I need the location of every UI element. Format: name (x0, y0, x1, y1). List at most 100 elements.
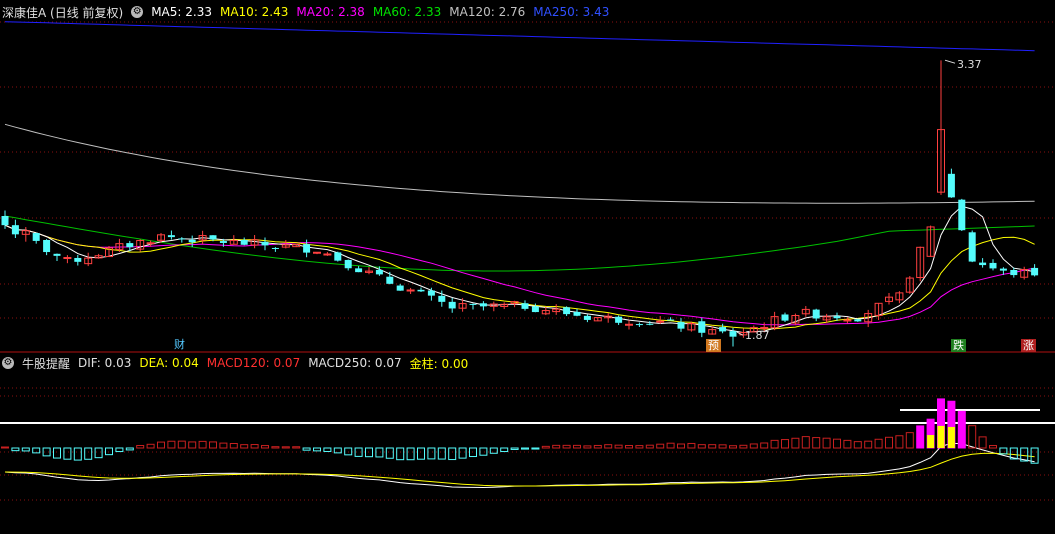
candle (885, 293, 893, 305)
candle (313, 251, 321, 255)
candle (968, 230, 976, 263)
candle-body (11, 225, 19, 235)
candle (84, 252, 93, 267)
stock-title[interactable]: 深康佳A (日线 前复权) (2, 4, 123, 21)
candle (32, 232, 40, 244)
macd-bar (21, 447, 30, 452)
candle (552, 304, 561, 315)
tag-yu[interactable]: 预 (706, 339, 721, 352)
gold-bar (947, 426, 955, 448)
macd-bar (448, 447, 457, 461)
candle-body (656, 320, 665, 323)
high-pointer (944, 59, 956, 64)
candle-body (677, 322, 685, 329)
candle (334, 251, 342, 262)
macd-bar (989, 445, 997, 449)
candle-body (812, 309, 820, 319)
candle-body (438, 295, 446, 302)
macd-bar (604, 444, 613, 449)
macd-bar (11, 447, 20, 452)
candle-body (583, 315, 591, 320)
dif-line (4, 442, 1035, 489)
candle (469, 303, 477, 310)
candle-body (355, 268, 363, 273)
candle-body (427, 290, 435, 296)
ma250-line (4, 21, 1035, 52)
candle (63, 255, 72, 264)
macd-bar (874, 438, 883, 449)
candle (916, 246, 925, 282)
candle (489, 301, 498, 312)
candle-body (1, 216, 9, 226)
macd-bar (957, 410, 966, 449)
macd-bar (125, 447, 134, 451)
macd120-label: MACD120: 0.07 (206, 356, 301, 370)
settings-icon[interactable]: ⚙ (131, 6, 144, 18)
macd-bar (261, 445, 269, 449)
macd-bar (229, 443, 238, 449)
candle (74, 254, 82, 266)
candle (271, 247, 279, 252)
ma120-label: MA120: 2.76 (449, 5, 526, 19)
macd-bar (885, 436, 893, 449)
macd-header: ⚙ 牛股提醒 DIF: 0.03 DEA: 0.04 MACD120: 0.07… (2, 354, 468, 372)
macd-bar (500, 447, 509, 453)
macd-bar (749, 443, 758, 449)
macd-indicator (0, 398, 1055, 464)
indicator-settings-icon[interactable]: ⚙ (2, 357, 14, 369)
macd-bar (302, 447, 311, 451)
macd-bar (729, 445, 737, 449)
candle (979, 258, 987, 268)
candle-body (833, 316, 841, 319)
candle (719, 323, 727, 334)
macd-bar (770, 439, 779, 449)
macd-bar (812, 437, 821, 449)
candle-body (261, 241, 269, 246)
candle (94, 253, 103, 259)
candle (11, 219, 19, 238)
tag-cai[interactable]: 财 (172, 338, 187, 351)
tag-zhang[interactable]: 涨 (1021, 339, 1036, 352)
tag-die[interactable]: 跌 (951, 339, 966, 352)
ma10-label: MA10: 2.43 (219, 5, 289, 19)
price-header: 深康佳A (日线 前复权) ⚙ MA5: 2.33 MA10: 2.43 MA2… (2, 3, 609, 21)
candle-body (417, 289, 425, 292)
macd-bar (562, 444, 571, 449)
macd-bar (593, 444, 602, 449)
macd-bar (645, 444, 654, 449)
candle (178, 237, 186, 243)
candle (396, 283, 404, 291)
candle (583, 314, 591, 323)
candle (937, 60, 945, 195)
candle (386, 271, 394, 285)
macd-bar (84, 447, 93, 460)
gold-bar (937, 425, 945, 448)
candle (812, 308, 820, 322)
macd-bar (552, 444, 561, 449)
candle-body (167, 235, 175, 238)
macd-bar (708, 444, 717, 449)
macd-bar (396, 447, 405, 461)
macd-bar (978, 436, 987, 449)
candle-body (323, 253, 332, 256)
candle (500, 302, 509, 310)
candle-body (521, 303, 529, 309)
candle-body (573, 311, 581, 316)
macd-bar (895, 435, 904, 449)
macd-bar (625, 445, 633, 449)
macd-bar (63, 447, 72, 460)
candle-body (344, 259, 352, 269)
macd-bar (344, 447, 353, 456)
candle (958, 198, 966, 231)
macd-bar (1, 446, 9, 449)
candle (479, 301, 487, 311)
indicator-title[interactable]: 牛股提醒 (22, 355, 70, 372)
ma120-line (4, 123, 1035, 204)
candle (573, 308, 581, 317)
candle-body (854, 319, 862, 322)
candle-body (219, 241, 227, 243)
candle-body (43, 239, 51, 253)
stock-chart[interactable]: 3.37 1.87 (0, 0, 1055, 534)
candle (801, 306, 810, 317)
candle-body (334, 252, 342, 261)
